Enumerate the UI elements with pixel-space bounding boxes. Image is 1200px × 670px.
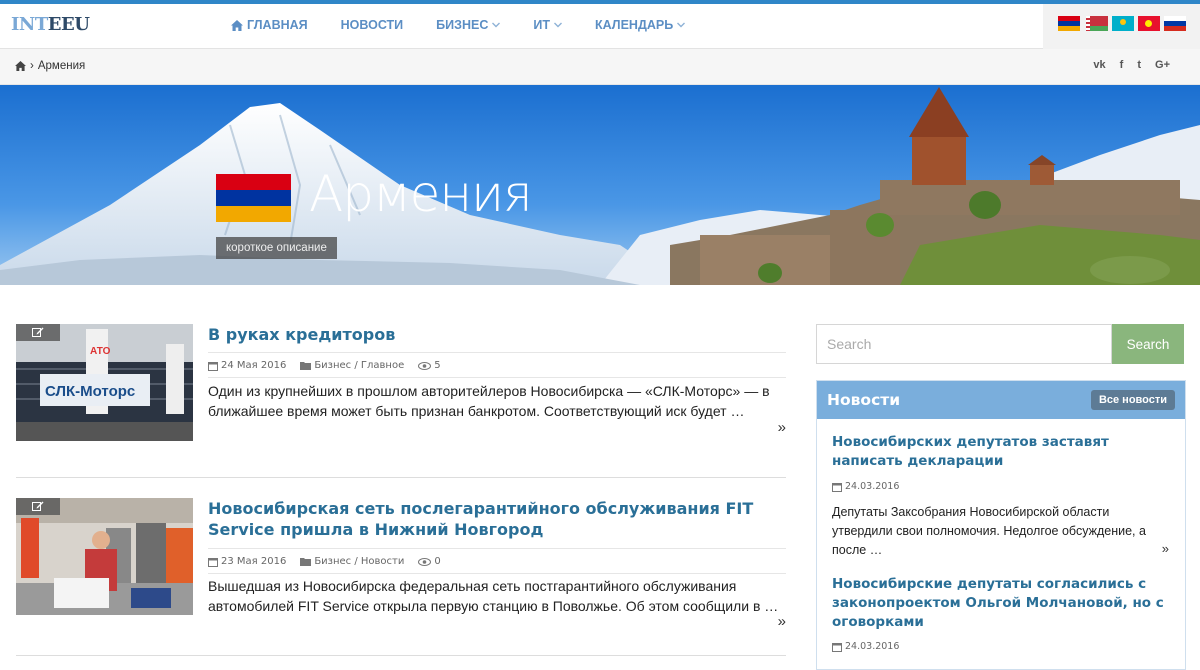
home-icon — [231, 19, 243, 31]
flag-belarus-icon[interactable] — [1086, 16, 1108, 31]
nav-item-business[interactable]: Бизнес — [436, 18, 501, 32]
hero-banner: Армения короткое описание — [0, 85, 1200, 285]
edit-icon — [32, 501, 44, 511]
logo-part-1: INT — [11, 14, 48, 35]
nav-item-it[interactable]: ИТ — [533, 18, 562, 32]
news-item-date-text: 24.03.2016 — [845, 481, 900, 492]
article-views-count: 5 — [434, 360, 441, 371]
home-icon[interactable] — [15, 61, 26, 71]
divider — [208, 377, 786, 378]
article-thumbnail[interactable]: АТО СЛК-Моторс — [16, 324, 193, 441]
calendar-icon — [832, 642, 842, 652]
hero-title: Армения — [309, 165, 533, 223]
read-more-icon[interactable]: » — [778, 613, 786, 630]
news-item-excerpt: Депутаты Заксобрания Новосибирской облас… — [832, 505, 1146, 557]
hero-subtitle: короткое описание — [216, 237, 337, 259]
site-logo[interactable]: INTEEU — [11, 14, 90, 35]
thumb-brand-text: СЛК-Моторс — [45, 383, 135, 400]
search-button[interactable]: Search — [1112, 324, 1184, 364]
flag-russia-icon[interactable] — [1164, 16, 1186, 31]
folder-icon — [300, 558, 312, 566]
read-more-icon[interactable]: » — [778, 419, 786, 436]
top-navigation: INTEEU Главная Новости Бизнес ИТ Календа… — [0, 4, 1200, 49]
article-category-text: Бизнес / Главное — [314, 360, 405, 371]
news-widget: Новости Все новости Новосибирских депута… — [816, 380, 1186, 670]
flag-kazakhstan-icon[interactable] — [1112, 16, 1134, 31]
article-card: Новосибирская сеть послегарантийного обс… — [16, 498, 786, 656]
nav-item-it-label: ИТ — [533, 18, 550, 32]
breadcrumb-bar: › Армения vk f t G+ — [0, 49, 1200, 85]
facebook-icon[interactable]: f — [1120, 59, 1124, 71]
calendar-icon — [208, 361, 218, 371]
news-item-title[interactable]: Новосибирских депутатов заставят написат… — [832, 433, 1172, 471]
article-views: 5 — [418, 360, 441, 371]
article-category[interactable]: Бизнес / Новости — [300, 556, 404, 567]
google-plus-icon[interactable]: G+ — [1155, 59, 1170, 71]
nav-item-home[interactable]: Главная — [231, 18, 308, 32]
chevron-down-icon — [677, 22, 686, 28]
eye-icon — [418, 361, 432, 370]
article-image — [16, 498, 193, 615]
nav-item-calendar[interactable]: Календарь — [595, 18, 686, 32]
chevron-down-icon — [554, 22, 562, 28]
article-card: АТО СЛК-Моторс В руках кредиторов 24 Мая… — [16, 324, 786, 478]
calendar-icon — [832, 482, 842, 492]
all-news-button[interactable]: Все новости — [1090, 390, 1175, 410]
news-widget-title: Новости — [827, 391, 901, 409]
hero-landscape-image — [0, 85, 1200, 285]
news-widget-header: Новости Все новости — [817, 381, 1185, 419]
divider — [208, 573, 786, 574]
eye-icon — [418, 557, 432, 566]
news-item-date: 24.03.2016 — [832, 641, 899, 652]
breadcrumb-separator: › — [30, 60, 34, 72]
breadcrumb-current: Армения — [37, 60, 86, 72]
article-excerpt: Вышедшая из Новосибирска федеральная сет… — [208, 578, 779, 614]
language-switcher — [1043, 4, 1200, 49]
article-thumbnail[interactable] — [16, 498, 193, 615]
article-date-text: 23 Мая 2016 — [221, 556, 287, 567]
edit-icon — [32, 327, 44, 337]
svg-text:АТО: АТО — [90, 346, 111, 357]
twitter-icon[interactable]: t — [1137, 59, 1141, 71]
read-more-icon[interactable]: » — [1162, 541, 1169, 556]
armenia-flag-icon — [216, 174, 291, 222]
vk-icon[interactable]: vk — [1093, 59, 1105, 71]
article-title[interactable]: Новосибирская сеть послегарантийного обс… — [208, 498, 786, 540]
folder-icon — [300, 362, 312, 370]
social-links: vk f t G+ — [1093, 59, 1170, 71]
chevron-down-icon — [492, 22, 501, 28]
flag-armenia-icon[interactable] — [1058, 16, 1080, 31]
article-meta: 23 Мая 2016 Бизнес / Новости 0 — [208, 556, 441, 567]
nav-item-home-label: Главная — [247, 18, 308, 32]
article-meta: 24 Мая 2016 Бизнес / Главное 5 — [208, 360, 441, 371]
edit-badge[interactable] — [16, 498, 60, 515]
breadcrumb: › Армения — [15, 60, 85, 72]
divider — [208, 352, 786, 353]
news-item-title[interactable]: Новосибирские депутаты согласились с зак… — [832, 575, 1172, 632]
article-date: 23 Мая 2016 — [208, 556, 286, 567]
divider — [208, 548, 786, 549]
news-item-date: 24.03.2016 — [832, 481, 899, 492]
flag-kyrgyzstan-icon[interactable] — [1138, 16, 1160, 31]
article-excerpt: Один из крупнейших в прошлом авторитейле… — [208, 383, 770, 419]
article-date: 24 Мая 2016 — [208, 360, 286, 371]
article-category[interactable]: Бизнес / Главное — [300, 360, 404, 371]
nav-item-business-label: Бизнес — [436, 18, 489, 32]
calendar-icon — [208, 557, 218, 567]
article-date-text: 24 Мая 2016 — [221, 360, 287, 371]
logo-part-2: EEU — [47, 14, 90, 35]
article-image: АТО СЛК-Моторс — [16, 324, 193, 441]
news-item-date-text: 24.03.2016 — [845, 641, 900, 652]
edit-badge[interactable] — [16, 324, 60, 341]
article-views-count: 0 — [434, 556, 441, 567]
article-title[interactable]: В руках кредиторов — [208, 324, 786, 345]
main-menu: Главная Новости Бизнес ИТ Календарь — [231, 18, 718, 32]
nav-item-news[interactable]: Новости — [341, 18, 404, 32]
nav-item-calendar-label: Календарь — [595, 18, 674, 32]
article-category-text: Бизнес / Новости — [314, 556, 405, 567]
article-views: 0 — [418, 556, 441, 567]
search-input[interactable] — [816, 324, 1112, 364]
nav-item-news-label: Новости — [340, 18, 404, 32]
